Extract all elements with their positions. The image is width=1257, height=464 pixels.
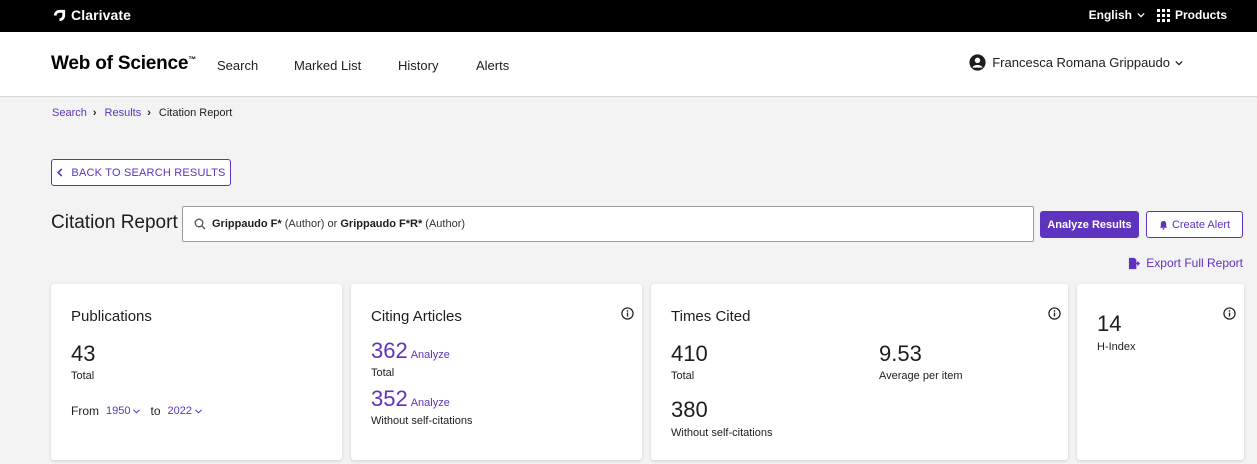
trademark-mark: ™ (188, 55, 197, 64)
chevron-down-icon (1175, 60, 1183, 65)
breadcrumb-current: Citation Report (158, 107, 233, 119)
chevron-left-icon (57, 168, 63, 177)
citing-without-label: Without self-citations (371, 415, 473, 427)
export-icon (1129, 257, 1141, 269)
back-to-search-results-button[interactable]: BACK TO SEARCH RESULTS (51, 159, 231, 186)
language-label: English (1088, 8, 1132, 22)
search-icon (194, 218, 206, 230)
user-menu[interactable]: Francesca Romana Grippaudo (969, 54, 1183, 71)
back-button-label: BACK TO SEARCH RESULTS (71, 166, 226, 179)
from-year-value: 1950 (106, 405, 131, 417)
to-label: to (150, 404, 161, 418)
breadcrumb-separator: › (147, 107, 151, 119)
analyze-results-button[interactable]: Analyze Results (1040, 211, 1139, 238)
query-field-2: (Author) (422, 218, 466, 230)
times-cited-without-label: Without self-citations (671, 427, 773, 439)
citing-total-value[interactable]: 362 (371, 338, 408, 364)
breadcrumb: Search › Results › Citation Report (52, 107, 232, 119)
grid-icon (1156, 8, 1170, 22)
publications-total-value: 43 (71, 341, 96, 366)
year-range: From 1950 to 2022 (71, 404, 202, 418)
products-label: Products (1174, 8, 1227, 22)
nav-marked-list[interactable]: Marked List (294, 58, 361, 73)
info-icon[interactable] (1048, 307, 1061, 320)
h-index-label: H-Index (1097, 341, 1136, 353)
citing-total-row: 362 Analyze (371, 338, 450, 364)
citing-articles-card: Citing Articles 362 Analyze Total 352 An… (351, 284, 642, 460)
export-label: Export Full Report (1146, 256, 1243, 270)
products-menu[interactable]: Products (1156, 8, 1227, 22)
nav-search[interactable]: Search (217, 58, 258, 73)
info-icon[interactable] (1223, 307, 1236, 320)
citing-without-row: 352 Analyze (371, 386, 450, 412)
query-term-2: Grippaudo F*R* (340, 218, 423, 230)
create-alert-label: Create Alert (1171, 218, 1231, 231)
breadcrumb-separator: › (92, 107, 97, 119)
times-cited-total-label: Total (671, 370, 695, 382)
nav-history[interactable]: History (398, 58, 438, 73)
user-name: Francesca Romana Grippaudo (992, 55, 1170, 70)
brand-name: Clarivate (71, 7, 132, 23)
publications-title: Publications (71, 308, 152, 325)
from-label: From (71, 404, 99, 418)
citing-total-label: Total (371, 367, 395, 379)
chevron-down-icon (195, 408, 202, 414)
query-term-1: Grippaudo F* (212, 218, 282, 230)
user-avatar-icon (969, 54, 986, 71)
times-cited-total-value: 410 (671, 341, 708, 366)
chevron-down-icon (1137, 12, 1145, 18)
main-nav: Web of Science™ Search Marked List Histo… (0, 32, 1257, 97)
from-year-select[interactable]: 1950 (106, 405, 141, 417)
clarivate-logo[interactable]: Clarivate (52, 7, 131, 23)
times-cited-title: Times Cited (671, 308, 751, 325)
times-cited-without-value: 380 (671, 397, 708, 422)
info-icon[interactable] (621, 307, 634, 320)
citing-articles-title: Citing Articles (371, 308, 462, 325)
language-selector[interactable]: English (1089, 8, 1145, 22)
search-query-field[interactable]: Grippaudo F* (Author) or Grippaudo F*R* … (182, 206, 1034, 242)
citing-without-value[interactable]: 352 (371, 386, 408, 412)
h-index-card: 14 H-Index (1077, 284, 1244, 460)
analyze-citing-link[interactable]: Analyze (411, 349, 450, 361)
to-year-value: 2022 (167, 405, 192, 417)
average-per-item-value: 9.53 (879, 341, 922, 366)
top-bar: Clarivate English Products (0, 0, 1257, 32)
web-of-science-logo[interactable]: Web of Science™ (51, 53, 196, 75)
nav-alerts[interactable]: Alerts (476, 58, 509, 73)
breadcrumb-results[interactable]: Results (105, 107, 142, 119)
create-alert-button[interactable]: Create Alert (1146, 211, 1243, 238)
page-title: Citation Report (51, 212, 178, 233)
to-year-select[interactable]: 2022 (168, 405, 202, 417)
search-query-text: Grippaudo F* (Author) or Grippaudo F*R* … (212, 218, 465, 230)
export-full-report-link[interactable]: Export Full Report (1128, 256, 1243, 270)
times-cited-card: Times Cited 410 Total 9.53 Average per i… (651, 284, 1068, 460)
clarivate-logo-icon (53, 9, 66, 21)
publications-total-label: Total (71, 370, 95, 382)
average-per-item-label: Average per item (879, 370, 963, 382)
logo-text: Web of Science (51, 53, 189, 74)
bell-icon (1159, 220, 1168, 230)
publications-card: Publications 43 Total From 1950 to 2022 (51, 284, 342, 460)
analyze-without-self-link[interactable]: Analyze (411, 397, 450, 409)
chevron-down-icon (133, 408, 141, 414)
breadcrumb-search[interactable]: Search (52, 107, 87, 119)
query-field-1: (Author) or (281, 218, 341, 230)
h-index-value: 14 (1097, 311, 1122, 336)
